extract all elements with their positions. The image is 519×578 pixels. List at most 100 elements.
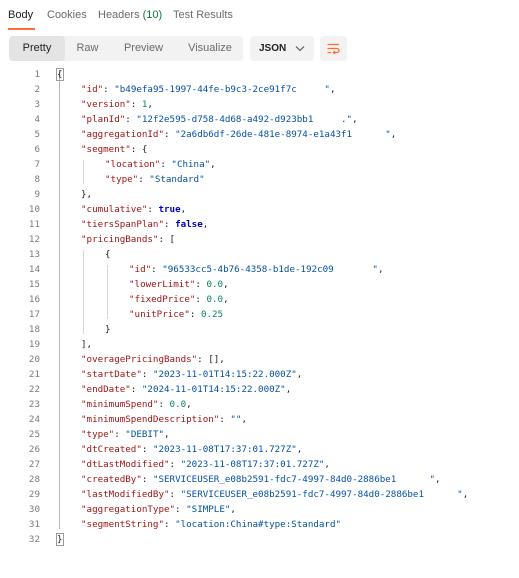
code-text: "cumulative": true, [81,202,186,217]
line-number: 20 [28,354,40,365]
json-key: "aggregationType" [81,504,176,515]
response-body-editor[interactable]: 1{2 "id": "b49efa95-1997-44fe-b9c3-2ce91f… [0,66,519,556]
code-text: "planId": "12f2e595-d758-4d68-a492-d923b… [81,112,358,127]
code-line: 22 "endDate": "2024-11-01T14:15:22.000Z", [0,382,519,397]
json-key: "lastModifiedBy" [81,489,170,500]
headers-count-badge: (10) [142,9,163,21]
json-punctuation: { [56,68,64,81]
code-text: "pricingBands": [ [81,232,175,247]
json-punctuation: , [223,279,229,290]
json-string: "" [230,414,242,425]
json-key: "tiersSpanPlan" [81,219,164,230]
code-text: "location": "China", [105,157,216,172]
json-key: "type" [105,174,139,185]
view-mode-raw[interactable]: Raw [65,36,110,61]
json-key: "version" [81,99,131,110]
json-number: 0.0 [169,399,187,410]
json-punctuation: , [296,369,303,380]
json-punctuation: ], [81,339,93,350]
code-text: }, [81,187,92,202]
json-punctuation: , [324,459,330,470]
json-string: "SIMPLE" [186,504,231,515]
response-tabs: Body Cookies Headers (10) Test Results [0,0,519,32]
code-line: 15 "lowerLimit": 0.0, [0,277,519,292]
code-text: "segmentString": "location:China#type:St… [81,517,341,532]
json-string: "SERVICEUSER_e08b2591-fdc7-4997-84d0-288… [180,489,463,500]
json-boolean: true [158,204,181,215]
code-text: } [105,322,111,337]
code-line: 20 "overagePricingBands": [], [0,352,519,367]
json-punctuation: : [158,399,170,410]
json-key: "overagePricingBands" [81,354,198,365]
code-text: "aggregationId": "2a6db6df-26de-481e-897… [81,127,396,142]
json-key: "minimumSpend" [81,399,159,410]
json-punctuation: : [163,219,176,230]
line-number: 15 [28,279,40,290]
format-select[interactable]: JSON [250,36,314,61]
json-punctuation: , [180,204,187,215]
json-key: "id" [129,264,152,275]
json-string: "2024-11-01T14:15:22.000Z" [141,384,286,395]
json-punctuation: , [147,99,153,110]
code-line: 7 "location": "China", [0,157,519,172]
tab-body[interactable]: Body [8,9,33,21]
tab-headers[interactable]: Headers (10) [98,9,162,21]
json-string: "China" [171,159,211,170]
code-text: { [105,247,111,262]
format-select-value: JSON [259,43,287,54]
line-number: 6 [34,144,40,155]
code-line: 28 "createdBy": "SERVICEUSER_e08b2591-fdc… [0,472,519,487]
line-number: 16 [28,294,40,305]
json-number: 0.25 [200,309,224,320]
line-number: 26 [28,444,40,455]
view-mode-preview[interactable]: Preview [112,36,175,61]
code-line: 4 "planId": "12f2e595-d758-4d68-a492-d923… [0,112,519,127]
line-number: 10 [28,204,40,215]
chevron-down-icon [294,36,306,61]
view-mode-visualize[interactable]: Visualize [177,36,243,61]
code-line: 26 "dtCreated": "2023-11-08T17:37:01.727Z… [0,442,519,457]
json-key: "startDate" [81,369,142,380]
json-punctuation: : [160,159,172,170]
json-string: "DEBIT" [125,429,165,440]
line-number: 12 [28,234,40,245]
line-number: 31 [28,519,40,530]
json-punctuation: : [114,429,126,440]
line-number: 3 [34,99,40,110]
code-line: 27 "dtLastModified": "2023-11-08T17:37:01… [0,457,519,472]
json-key: "dtLastModified" [81,459,170,470]
code-line: 31 "segmentString": "location:China#type:… [0,517,519,532]
json-key: "minimumSpendDescription" [81,414,220,425]
tab-headers-label: Headers [98,9,140,21]
code-line: 17 "unitPrice": 0.25 [0,307,519,322]
code-text: "minimumSpend": 0.0, [81,397,192,412]
tab-cookies[interactable]: Cookies [47,9,87,21]
json-punctuation: , [377,264,384,275]
tab-test-results[interactable]: Test Results [173,9,233,21]
code-text: "unitPrice": 0.25 [129,307,223,322]
line-number: 27 [28,459,40,470]
json-punctuation: , [285,384,292,395]
view-mode-pretty[interactable]: Pretty [9,36,65,61]
code-line: 30 "aggregationType": "SIMPLE", [0,502,519,517]
json-punctuation: { [105,249,111,260]
json-punctuation: : [141,369,153,380]
json-number: 0.0 [206,294,224,305]
json-punctuation: : [103,84,115,95]
line-number: 19 [28,339,40,350]
wrap-lines-button[interactable] [320,36,347,61]
json-key: "id" [81,84,104,95]
json-punctuation: , [223,294,229,305]
json-punctuation: : [195,294,207,305]
json-string: "12f2e595-d758-4d68-a492-d923bb1 ." [136,114,353,125]
json-punctuation: : [163,519,176,530]
line-number: 7 [34,159,40,170]
json-punctuation: : [151,264,163,275]
json-string: "b49efa95-1997-44fe-b9c3-2ce91f7c " [114,84,330,95]
json-punctuation: , [435,474,441,485]
line-number: 2 [34,84,40,95]
line-number: 30 [28,504,40,515]
line-number: 22 [28,384,40,395]
json-punctuation: , [210,159,216,170]
json-punctuation: : [130,99,142,110]
